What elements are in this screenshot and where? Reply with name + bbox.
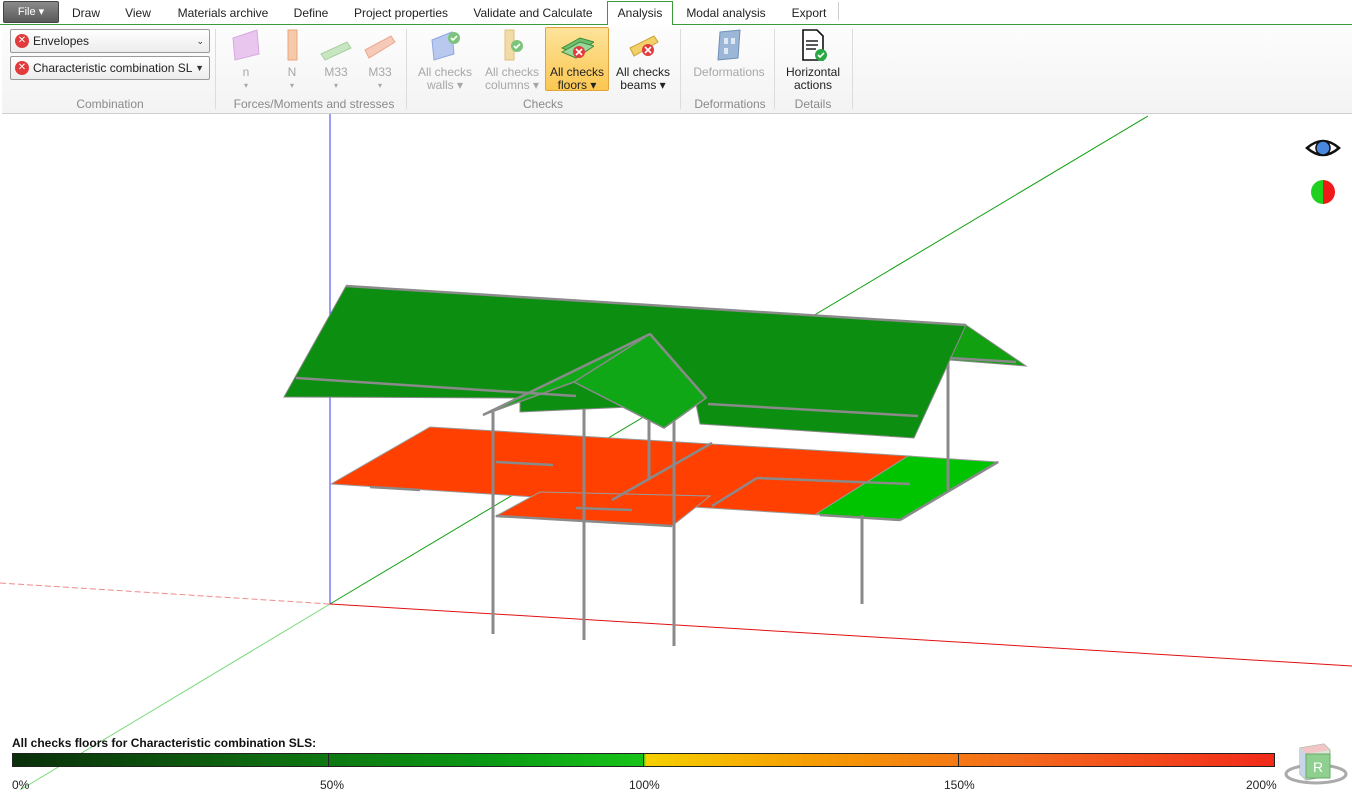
3d-viewport[interactable] [0, 0, 1352, 797]
legend-tick-label: 100% [629, 778, 660, 792]
pass-fail-toggle-icon[interactable] [1310, 179, 1336, 205]
x-axis-negative-line [0, 582, 331, 605]
eye-icon[interactable] [1305, 136, 1341, 160]
legend-tick-label: 50% [320, 778, 345, 792]
legend-tick [12, 753, 13, 767]
legend-tick-label: 200% [1246, 778, 1277, 792]
legend-tick [958, 753, 959, 767]
legend-tick [643, 753, 644, 767]
x-axis-line [329, 603, 1352, 667]
legend-tick [328, 753, 329, 767]
legend-tick [1274, 753, 1275, 767]
cube-face-label: R [1313, 759, 1323, 775]
legend-tick-label: 150% [944, 778, 975, 792]
legend-tick-label: 0% [12, 778, 30, 792]
navigation-cube[interactable]: R [1284, 742, 1348, 788]
legend-title: All checks floors for Characteristic com… [12, 736, 317, 750]
